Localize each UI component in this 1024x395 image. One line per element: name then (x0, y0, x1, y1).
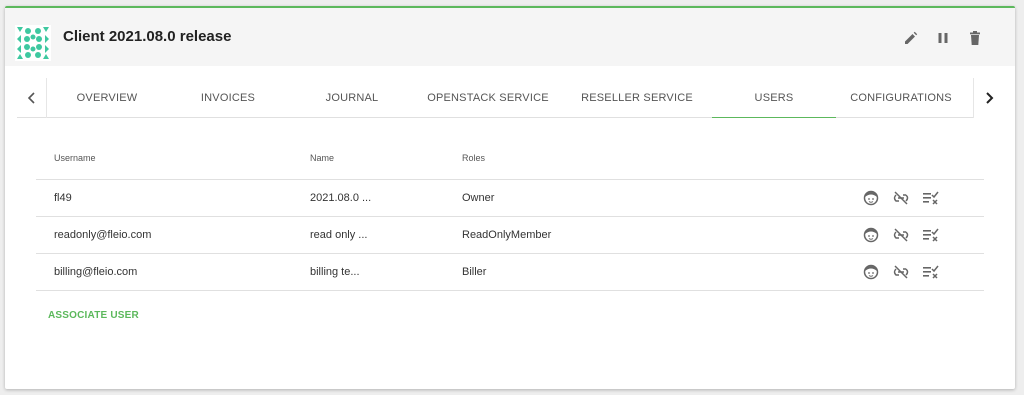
client-avatar (15, 25, 51, 61)
tab-configurations[interactable]: CONFIGURATIONS (836, 78, 966, 118)
table-header: Username Name Roles (36, 136, 984, 180)
cell-roles: ReadOnlyMember (462, 229, 552, 241)
row-actions (852, 225, 984, 245)
edit-roles-icon[interactable] (921, 262, 941, 282)
column-header-name[interactable]: Name (310, 153, 462, 163)
dissociate-link-icon[interactable] (891, 225, 911, 245)
trash-icon[interactable] (965, 28, 985, 48)
cell-name: 2021.08.0 ... (310, 192, 372, 204)
tabs: OVERVIEW INVOICES JOURNAL OPENSTACK SERV… (48, 78, 974, 118)
impersonate-icon[interactable] (861, 225, 881, 245)
chevron-right-icon (985, 92, 993, 104)
tab-overview[interactable]: OVERVIEW (48, 78, 166, 118)
tab-bar: OVERVIEW INVOICES JOURNAL OPENSTACK SERV… (17, 78, 1003, 118)
cell-roles: Owner (462, 192, 495, 204)
cell-username: fl49 (54, 192, 72, 204)
cell-name: read only ... (310, 229, 368, 241)
cell-username: readonly@fleio.com (54, 229, 152, 241)
column-header-roles[interactable]: Roles (462, 153, 852, 163)
tab-journal[interactable]: JOURNAL (290, 78, 414, 118)
tab-scroll-left-button[interactable] (17, 78, 47, 118)
chevron-left-icon (27, 92, 35, 104)
column-header-username[interactable]: Username (36, 153, 310, 163)
pause-icon[interactable] (933, 28, 953, 48)
cell-roles: Biller (462, 266, 487, 278)
impersonate-icon[interactable] (861, 262, 881, 282)
cell-name: billing te... (310, 266, 360, 278)
cell-username: billing@fleio.com (54, 266, 138, 278)
edit-roles-icon[interactable] (921, 188, 941, 208)
edit-roles-icon[interactable] (921, 225, 941, 245)
associate-user-button[interactable]: ASSOCIATE USER (48, 310, 139, 321)
tab-users[interactable]: USERS (712, 78, 836, 118)
table-row: fl49 2021.08.0 ... Owner (36, 180, 984, 217)
table-row: billing@fleio.com billing te... Biller (36, 254, 984, 291)
header-actions (901, 28, 985, 48)
dissociate-link-icon[interactable] (891, 262, 911, 282)
tab-openstack-service[interactable]: OPENSTACK SERVICE (414, 78, 562, 118)
tab-invoices[interactable]: INVOICES (166, 78, 290, 118)
impersonate-icon[interactable] (861, 188, 881, 208)
dissociate-link-icon[interactable] (891, 188, 911, 208)
client-header: Client 2021.08.0 release (5, 8, 1015, 66)
row-actions (852, 262, 984, 282)
table-row: readonly@fleio.com read only ... ReadOnl… (36, 217, 984, 254)
tab-reseller-service[interactable]: RESELLER SERVICE (562, 78, 712, 118)
pencil-icon[interactable] (901, 28, 921, 48)
tab-scroll-right-button[interactable] (973, 78, 1003, 118)
row-actions (852, 188, 984, 208)
client-card: Client 2021.08.0 release OVERVIEW INVOIC… (5, 6, 1015, 389)
users-table: Username Name Roles fl49 2021.08.0 ... O… (36, 136, 984, 291)
page-title: Client 2021.08.0 release (63, 28, 232, 45)
